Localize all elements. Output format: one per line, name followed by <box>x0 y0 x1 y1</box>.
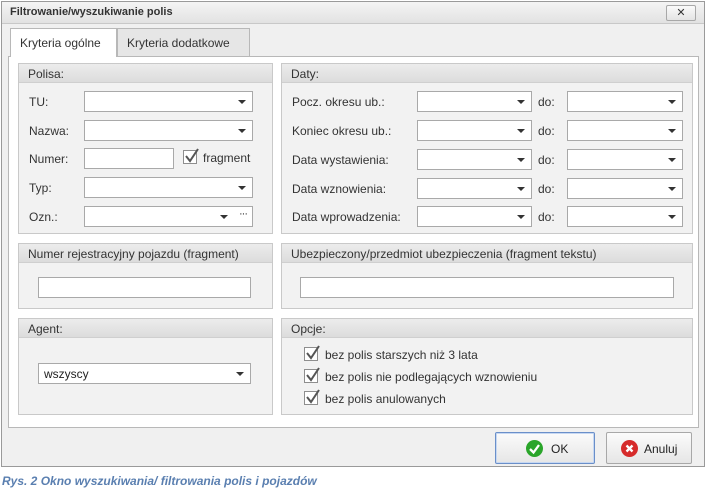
ok-label: OK <box>551 442 569 456</box>
chevron-down-icon <box>238 100 246 104</box>
do-label: do: <box>538 124 555 138</box>
ellipsis-button[interactable]: ··· <box>239 208 248 220</box>
chevron-down-icon <box>517 215 525 219</box>
koniec-okresu-label: Koniec okresu ub.: <box>292 124 392 138</box>
check-circle-icon <box>526 440 543 457</box>
koniec-okresu-from-combo[interactable] <box>417 120 532 141</box>
daty-header: Daty: <box>282 64 692 83</box>
fragment-label: fragment <box>203 151 251 165</box>
window-title: Filtrowanie/wyszukiwanie polis <box>10 6 173 18</box>
polisa-header: Polisa: <box>19 64 272 83</box>
tab-page-kryteria-ogolne: Polisa: TU: Nazwa: Numer: fragment Typ: … <box>8 56 699 428</box>
chevron-down-icon <box>668 158 676 162</box>
opcje-header: Opcje: <box>282 319 692 338</box>
insured-header: Ubezpieczony/przedmiot ubezpieczenia (fr… <box>282 244 692 263</box>
data-wprowadzenia-from-combo[interactable] <box>417 206 532 227</box>
vehicle-header: Numer rejestracyjny pojazdu (fragment) <box>19 244 272 263</box>
chevron-down-icon <box>517 129 525 133</box>
ozn-combo[interactable]: ··· <box>84 206 253 227</box>
do-label: do: <box>538 210 555 224</box>
pocz-okresu-from-combo[interactable] <box>417 91 532 112</box>
data-wystawienia-from-combo[interactable] <box>417 149 532 170</box>
chevron-down-icon <box>668 100 676 104</box>
agent-selected-value: wszyscy <box>44 367 89 381</box>
tab-label: Kryteria ogólne <box>20 36 101 50</box>
cancel-label: Anuluj <box>644 442 678 456</box>
vehicle-group: Numer rejestracyjny pojazdu (fragment) <box>18 243 273 309</box>
close-icon: ✕ <box>676 7 686 19</box>
polisa-group: Polisa: TU: Nazwa: Numer: fragment Typ: … <box>18 63 273 234</box>
data-wprowadzenia-label: Data wprowadzenia: <box>292 210 401 224</box>
agent-header: Agent: <box>19 319 272 338</box>
insured-input[interactable] <box>300 277 674 298</box>
checkmark-icon <box>306 389 320 404</box>
do-label: do: <box>538 182 555 196</box>
tab-kryteria-ogolne[interactable]: Kryteria ogólne <box>10 28 117 57</box>
data-wznowienia-from-combo[interactable] <box>417 178 532 199</box>
nazwa-combo[interactable] <box>84 120 253 141</box>
ok-button[interactable]: OK <box>495 432 595 464</box>
chevron-down-icon <box>238 129 246 133</box>
chevron-down-icon <box>220 215 228 219</box>
do-label: do: <box>538 153 555 167</box>
chevron-down-icon <box>668 129 676 133</box>
data-wystawienia-to-combo[interactable] <box>567 149 683 170</box>
title-bar: Filtrowanie/wyszukiwanie polis ✕ <box>2 2 704 24</box>
option-checkbox[interactable] <box>304 367 320 383</box>
filter-dialog: Filtrowanie/wyszukiwanie polis ✕ Kryteri… <box>1 1 705 467</box>
do-label: do: <box>538 95 555 109</box>
daty-group: Daty: Pocz. okresu ub.: do: Koniec okres… <box>281 63 693 234</box>
option-checkbox[interactable] <box>304 345 320 361</box>
close-button[interactable]: ✕ <box>666 5 696 21</box>
chevron-down-icon <box>517 158 525 162</box>
chevron-down-icon <box>517 100 525 104</box>
chevron-down-icon <box>236 372 244 376</box>
checkmark-icon <box>306 367 320 382</box>
data-wznowienia-label: Data wznowienia: <box>292 182 387 196</box>
checkmark-icon <box>185 148 199 163</box>
tu-label: TU: <box>29 95 49 109</box>
tab-label: Kryteria dodatkowe <box>127 36 230 50</box>
tab-kryteria-dodatkowe[interactable]: Kryteria dodatkowe <box>117 28 250 56</box>
tu-combo[interactable] <box>84 91 253 112</box>
chevron-down-icon <box>238 186 246 190</box>
data-wprowadzenia-to-combo[interactable] <box>567 206 683 227</box>
data-wznowienia-to-combo[interactable] <box>567 178 683 199</box>
option-checkbox[interactable] <box>304 389 320 405</box>
typ-label: Typ: <box>29 181 52 195</box>
ozn-label: Ozn.: <box>29 210 58 224</box>
x-circle-icon <box>621 440 638 457</box>
chevron-down-icon <box>668 187 676 191</box>
fragment-checkbox[interactable] <box>183 148 199 164</box>
koniec-okresu-to-combo[interactable] <box>567 120 683 141</box>
agent-combo[interactable]: wszyscy <box>38 363 251 384</box>
agent-group: Agent: wszyscy <box>18 318 273 415</box>
option-label: bez polis anulowanych <box>325 392 446 406</box>
chevron-down-icon <box>517 187 525 191</box>
typ-combo[interactable] <box>84 177 253 198</box>
pocz-okresu-to-combo[interactable] <box>567 91 683 112</box>
opcje-group: Opcje: bez polis starszych niż 3 lata be… <box>281 318 693 415</box>
numer-input[interactable] <box>84 148 174 169</box>
data-wystawienia-label: Data wystawienia: <box>292 153 389 167</box>
checkmark-icon <box>306 345 320 360</box>
nazwa-label: Nazwa: <box>29 124 70 138</box>
option-label: bez polis nie podlegających wznowieniu <box>325 370 538 384</box>
insured-group: Ubezpieczony/przedmiot ubezpieczenia (fr… <box>281 243 693 309</box>
vehicle-registration-input[interactable] <box>38 277 251 298</box>
pocz-okresu-label: Pocz. okresu ub.: <box>292 95 385 109</box>
cancel-button[interactable]: Anuluj <box>606 432 692 464</box>
numer-label: Numer: <box>29 152 69 166</box>
figure-caption: Rys. 2 Okno wyszukiwania/ filtrowania po… <box>2 474 317 488</box>
chevron-down-icon <box>668 215 676 219</box>
option-label: bez polis starszych niż 3 lata <box>325 348 478 362</box>
